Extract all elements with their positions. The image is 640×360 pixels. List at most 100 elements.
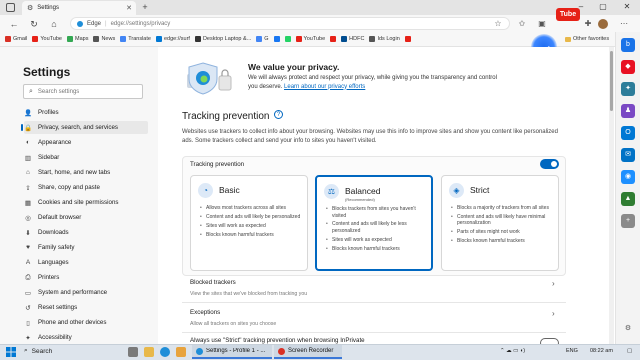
taskbar-search[interactable]: ⌕ Search [24, 347, 52, 355]
new-tab-button[interactable]: + [139, 1, 151, 13]
games-icon[interactable]: ♟ [621, 104, 635, 118]
favorite-item[interactable]: YouTube [295, 36, 325, 42]
chevron-right-icon[interactable]: › [552, 279, 555, 288]
refresh-icon[interactable]: ↻ [28, 18, 40, 30]
tools-icon[interactable]: ✦ [621, 82, 635, 96]
sidebar-item[interactable]: ◎ Default browser [24, 211, 148, 224]
tracking-prevention-toggle[interactable] [540, 159, 559, 169]
collections-icon[interactable]: ▣ [536, 18, 548, 30]
help-icon[interactable]: ? [274, 110, 283, 119]
nav-icon: ▭ [24, 289, 32, 297]
scrollbar-thumb[interactable] [610, 51, 613, 111]
tray-icons[interactable]: ⌃ ☁ ▭ ◖) [500, 348, 525, 354]
divider [182, 332, 566, 333]
taskbar-app-settings[interactable]: Settings - Profile 1 - ... [192, 345, 272, 359]
favorite-star-icon[interactable]: ☆ [492, 18, 504, 30]
sidebar-item[interactable]: ⬇ Downloads [24, 226, 148, 239]
sidebar-item[interactable]: ⌂ Start, home, and new tabs [24, 166, 148, 179]
chevron-right-icon[interactable]: › [552, 309, 555, 318]
option-bullet: Sites will work as expected [199, 223, 305, 230]
edge-taskbar-icon[interactable] [160, 347, 170, 357]
sidebar-item[interactable]: ◐ Appearance [24, 136, 148, 149]
favorite-item[interactable]: Translate [120, 36, 151, 42]
option-bullet: Blocks a majority of trackers from all s… [450, 205, 556, 212]
favorite-item[interactable] [273, 36, 280, 42]
favorite-item[interactable]: YouTube [32, 36, 62, 42]
sidebar-item-label: Downloads [38, 229, 69, 236]
favorite-item[interactable]: Desktop Laptop &... [194, 36, 251, 42]
bing-icon[interactable]: b [621, 38, 635, 52]
taskbar-app-recorder[interactable]: Screen Recorder [274, 345, 342, 359]
favorite-icon [93, 36, 100, 42]
search-settings-input[interactable]: ⌕ Search settings [23, 84, 143, 99]
sidebar-item[interactable]: ✦ Accessibility [24, 331, 148, 344]
nav-icon: ▥ [24, 154, 32, 162]
favorite-item[interactable]: Gmail [5, 36, 27, 42]
sidebar-item[interactable]: ♥ Family safety [24, 241, 148, 254]
close-window-icon[interactable]: ✕ [620, 2, 634, 11]
shopping-icon[interactable]: ◆ [621, 60, 635, 74]
back-icon[interactable]: ← [8, 18, 20, 30]
nav-icon: ▯ [26, 319, 30, 327]
favorite-item[interactable]: HDFC [341, 36, 364, 42]
app-icon[interactable] [176, 347, 186, 357]
workspaces-icon[interactable] [6, 3, 15, 12]
sidebar-item[interactable]: ▭ System and performance [24, 286, 148, 299]
option-strict[interactable]: ◈ Strict Blocks a majority of trackers f… [441, 175, 559, 271]
add-app-icon[interactable]: + [621, 214, 635, 228]
option-bullet: Blocks trackers from sites you haven't v… [325, 206, 431, 219]
sidebar-item[interactable]: 👤 Profiles [24, 106, 148, 119]
sidebar-item[interactable]: ▦ Cookies and site permissions [24, 196, 148, 209]
task-view-icon[interactable] [128, 347, 138, 357]
more-menu-icon[interactable]: ⋯ [618, 18, 630, 30]
favorite-item[interactable]: Maps [67, 36, 88, 42]
other-favorites[interactable]: Other favorites [565, 36, 609, 42]
favorite-icon [369, 36, 376, 42]
scrollbar[interactable] [609, 47, 614, 344]
favorite-item[interactable]: News [93, 36, 115, 42]
home-icon[interactable]: ⌂ [48, 18, 60, 30]
edge-icon [196, 347, 203, 355]
option-balanced[interactable]: ⚖ Balanced (Recommended) Blocks trackers… [315, 175, 433, 271]
notifications-icon[interactable]: ▢ [627, 348, 632, 354]
exceptions-title[interactable]: Exceptions [190, 309, 560, 316]
windows-start-icon[interactable] [6, 347, 16, 357]
extension-app-icon[interactable]: ▲ [621, 192, 635, 206]
favorite-icon [155, 36, 162, 42]
sidebar-item[interactable]: ⇪ Share, copy and paste [24, 181, 148, 194]
sidebar-item[interactable]: ⎙ Printers [24, 271, 148, 284]
sidebar-settings-icon[interactable]: ⚙ [621, 322, 635, 336]
sidebar-item[interactable]: ↺ Reset settings [24, 301, 148, 314]
privacy-efforts-link[interactable]: Learn about our privacy efforts [284, 84, 365, 90]
tab-settings[interactable]: ⚙ Settings ✕ [22, 1, 136, 15]
favorite-item[interactable]: G [256, 36, 269, 42]
outlook-icon[interactable]: ✉ [621, 148, 635, 162]
favorite-icon [330, 36, 337, 42]
avatar[interactable] [598, 19, 608, 29]
favorite-item[interactable] [284, 36, 291, 42]
favorite-item[interactable]: Ids Login [369, 36, 400, 42]
option-basic[interactable]: ◔ Basic Allows most trackers across all … [190, 175, 308, 271]
office-icon[interactable]: O [621, 126, 635, 140]
sidebar-item[interactable]: ▥ Sidebar [24, 151, 148, 164]
sidebar-item[interactable]: 🔒 Privacy, search, and services [21, 121, 148, 134]
extensions-icon[interactable]: ✚ [582, 18, 594, 30]
sidebar-item[interactable]: ▯ Phone and other devices [24, 316, 148, 329]
clock[interactable]: 08:22 am [590, 348, 613, 354]
sidebar-item[interactable]: A Languages [24, 256, 148, 269]
favorite-item[interactable]: edge://surf [155, 36, 190, 42]
favorite-label: HDFC [349, 36, 365, 42]
favorite-item[interactable] [330, 36, 337, 42]
drop-icon[interactable]: ◉ [621, 170, 635, 184]
favorite-item[interactable] [404, 36, 411, 42]
maximize-icon[interactable]: ▢ [596, 2, 610, 11]
address-bar[interactable]: Edge | edge://settings/privacy [70, 17, 510, 30]
blocked-trackers-title[interactable]: Blocked trackers [190, 279, 560, 286]
favorite-icon [67, 36, 73, 42]
language-indicator[interactable]: ENG [566, 348, 578, 354]
sidebar-item-label: Phone and other devices [38, 319, 107, 326]
search-placeholder: Search settings [37, 88, 80, 95]
close-tab-icon[interactable]: ✕ [126, 4, 132, 12]
favorites-icon[interactable]: ✩ [516, 18, 528, 30]
file-explorer-icon[interactable] [144, 347, 154, 357]
